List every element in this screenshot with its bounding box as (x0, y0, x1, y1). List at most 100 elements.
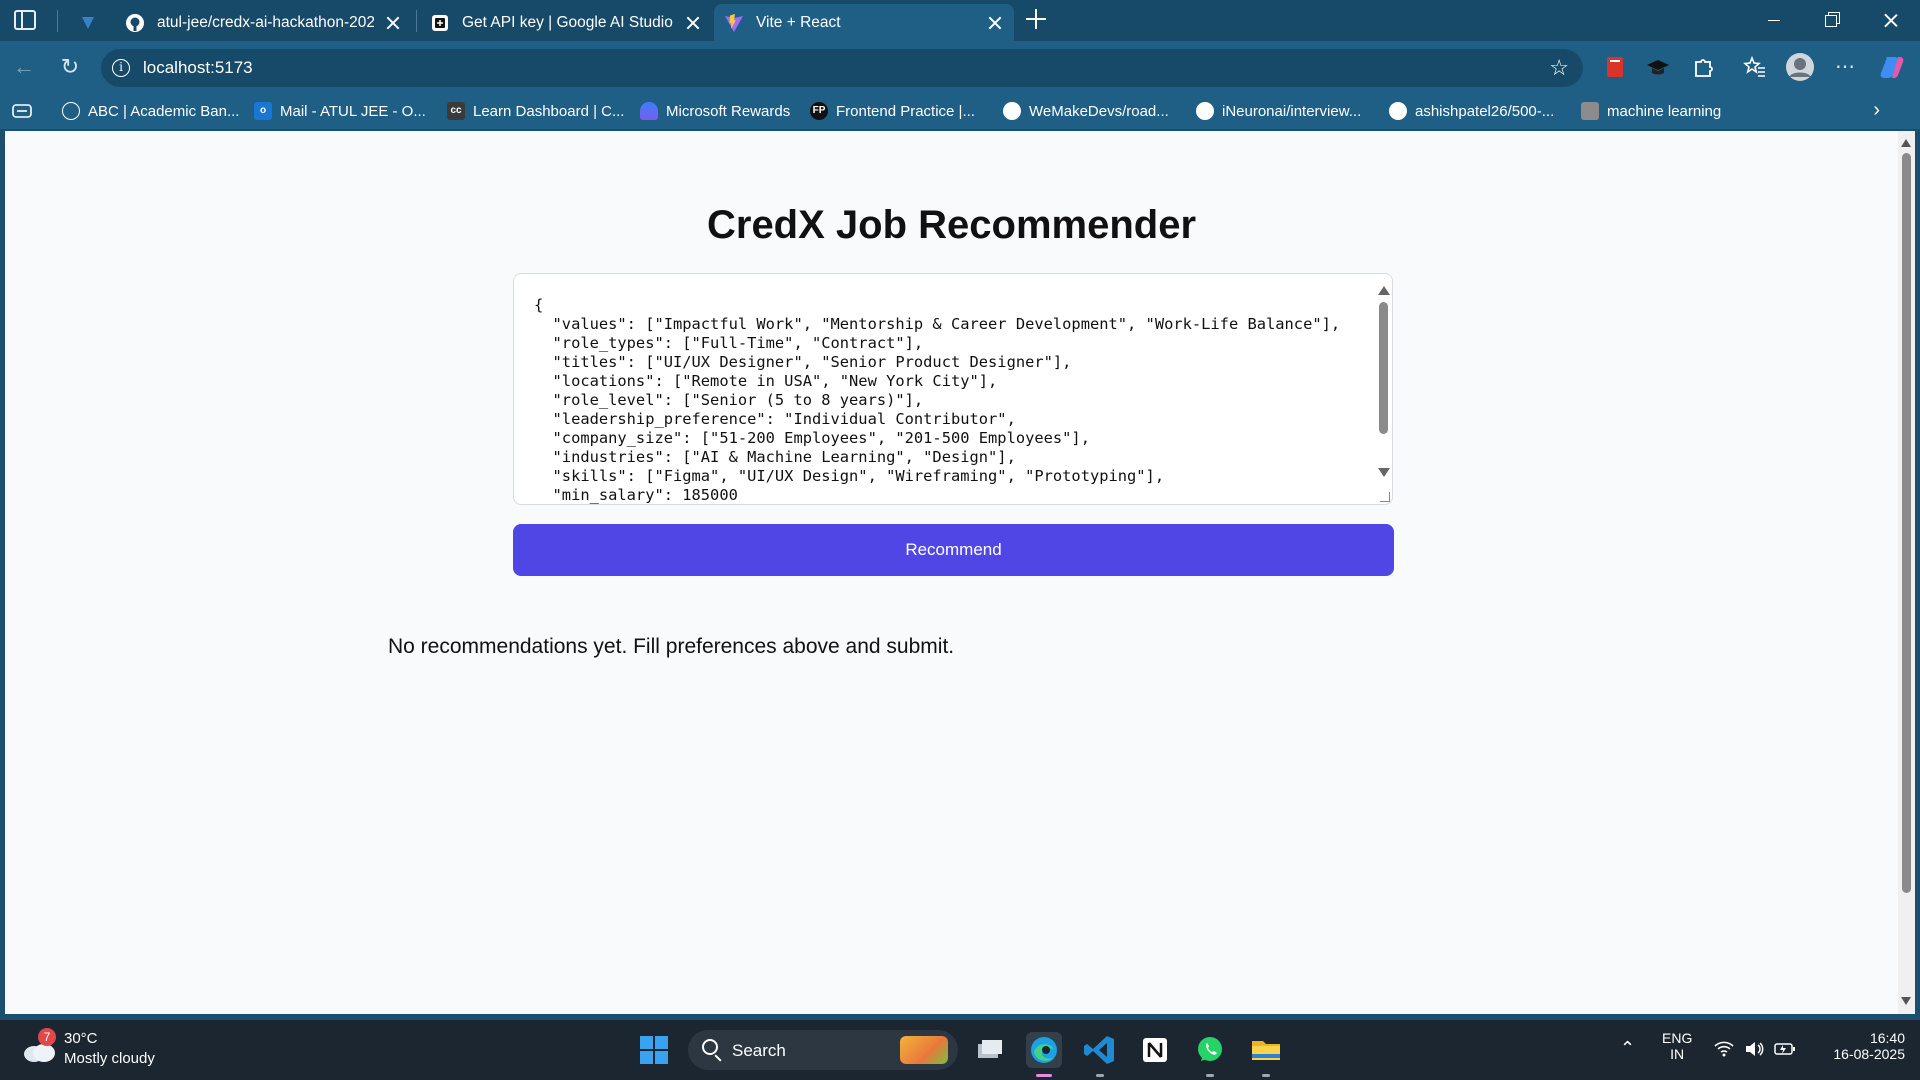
clock-date: 16-08-2025 (1833, 1046, 1905, 1062)
close-tab-icon[interactable] (686, 16, 700, 30)
bookmark-machine-learning[interactable]: machine learning (1581, 99, 1721, 123)
preferences-json-text[interactable]: { "values": ["Impactful Work", "Mentorsh… (534, 296, 1340, 505)
bookmark-label: ABC | Academic Ban... (88, 102, 240, 120)
address-bar[interactable]: i localhost:5173 ☆ (101, 49, 1583, 87)
page-title: CredX Job Recommender (706, 203, 1197, 247)
outlook-icon: o (254, 102, 272, 120)
bookmark-label: Mail - ATUL JEE - O... (280, 102, 426, 120)
weather-description[interactable]: Mostly cloudy (64, 1050, 155, 1067)
bookmark-label: Microsoft Rewards (666, 102, 791, 120)
textarea-scroll-thumb[interactable] (1379, 302, 1388, 434)
show-hidden-icons-chevron-up-icon[interactable]: ⌃ (1620, 1038, 1635, 1059)
bookmark-mail[interactable]: o Mail - ATUL JEE - O... (254, 99, 426, 123)
page-scroll-thumb[interactable] (1902, 153, 1911, 893)
whatsapp-icon[interactable] (1192, 1032, 1228, 1068)
region-code: IN (1670, 1046, 1685, 1062)
copilot-icon[interactable] (1879, 54, 1905, 80)
bookmark-frontend-practice[interactable]: FP Frontend Practice |... (810, 99, 975, 123)
wifi-icon[interactable] (1714, 1040, 1734, 1058)
windows-start-icon[interactable] (640, 1036, 668, 1064)
weather-temperature[interactable]: 30°C (64, 1030, 98, 1047)
bookmark-learn-dashboard[interactable]: cc Learn Dashboard | C... (447, 99, 624, 123)
tab-github-credx[interactable]: atul-jee/credx-ai-hackathon-2025 (115, 4, 412, 41)
bookmark-ashishpatel[interactable]: ashishpatel26/500-... (1389, 99, 1554, 123)
restore-window-icon[interactable] (1803, 0, 1861, 41)
taskbar-edge-button[interactable] (1026, 1032, 1062, 1068)
tab-vite-react[interactable]: Vite + React (714, 4, 1014, 41)
back-arrow-icon[interactable]: ← (12, 55, 36, 79)
extensions-puzzle-icon[interactable] (1690, 54, 1716, 80)
browser-toolbar: ← ↻ i localhost:5173 ☆ ⋯ (0, 41, 1920, 93)
preferences-textarea[interactable]: { "values": ["Impactful Work", "Mentorsh… (513, 273, 1393, 505)
bookmark-label: ashishpatel26/500-... (1415, 102, 1555, 120)
github-icon (1196, 102, 1214, 120)
bookmark-label: iNeuronai/interview... (1222, 102, 1362, 120)
chevron-right-icon[interactable]: › (1873, 99, 1880, 122)
new-tab-icon[interactable] (1025, 8, 1047, 30)
windows-taskbar: 7 30°C Mostly cloudy Search ⌃ ENG IN 16:… (0, 1020, 1920, 1080)
graduation-cap-extension-icon[interactable] (1645, 54, 1671, 80)
pdf-reader-extension-icon[interactable] (1602, 54, 1628, 80)
bookmark-microsoft-rewards[interactable]: Microsoft Rewards (640, 99, 790, 123)
bookmark-wemakedevs[interactable]: WeMakeDevs/road... (1003, 99, 1169, 123)
weather-alert-badge: 7 (38, 1028, 56, 1046)
recommend-button[interactable]: Recommend (513, 524, 1394, 576)
tab-pinned[interactable] (70, 4, 110, 41)
tab-label: Get API key | Google AI Studio (462, 13, 673, 31)
search-label: Search (732, 1041, 786, 1060)
rewards-medal-icon (640, 102, 658, 120)
volume-icon[interactable] (1744, 1040, 1764, 1058)
scroll-down-arrow-icon[interactable] (1901, 997, 1911, 1005)
sidebar-toggle-icon[interactable] (14, 10, 36, 30)
bookmark-ineuronai[interactable]: iNeuronai/interview... (1196, 99, 1361, 123)
close-window-icon[interactable] (1862, 0, 1920, 41)
taskbar-search[interactable]: Search (688, 1030, 958, 1070)
github-icon (1003, 102, 1021, 120)
edge-icon (1031, 1037, 1057, 1063)
bookmarks-bar: ABC | Academic Ban... o Mail - ATUL JEE … (0, 93, 1920, 129)
close-tab-icon[interactable] (386, 16, 400, 30)
page-scrollbar[interactable] (1898, 131, 1915, 1014)
vscode-icon[interactable] (1082, 1032, 1118, 1068)
tab-separator (57, 10, 58, 32)
refresh-icon[interactable]: ↻ (58, 55, 82, 79)
close-tab-icon[interactable] (988, 16, 1002, 30)
folder-image-icon (1581, 102, 1599, 120)
reading-view-icon[interactable] (12, 102, 32, 120)
tab-label: Vite + React (756, 13, 841, 31)
task-view-icon[interactable] (972, 1032, 1008, 1068)
active-app-indicator (1036, 1074, 1052, 1077)
favorites-icon[interactable] (1742, 54, 1768, 80)
fp-icon: FP (810, 102, 828, 120)
empty-state-message: No recommendations yet. Fill preferences… (388, 635, 955, 658)
github-icon (126, 13, 144, 32)
bookmark-label: WeMakeDevs/road... (1029, 102, 1169, 120)
textarea-scrollbar[interactable] (1376, 278, 1390, 500)
site-info-icon[interactable]: i (112, 59, 130, 77)
battery-icon[interactable] (1774, 1041, 1796, 1057)
cc-icon: cc (447, 102, 465, 120)
system-clock[interactable]: 16:40 16-08-2025 (1815, 1030, 1905, 1062)
scroll-down-arrow-icon[interactable] (1378, 468, 1390, 477)
globe-icon (62, 102, 80, 120)
bookmark-abc[interactable]: ABC | Academic Ban... (62, 99, 239, 123)
search-highlight-image (900, 1036, 948, 1064)
search-icon (702, 1039, 718, 1055)
pinned-tab-icon (82, 16, 94, 29)
notion-icon[interactable] (1137, 1032, 1173, 1068)
file-explorer-icon[interactable] (1248, 1032, 1284, 1068)
profile-avatar-icon[interactable] (1785, 52, 1815, 82)
scroll-up-arrow-icon[interactable] (1378, 286, 1390, 295)
input-language[interactable]: ENG IN (1662, 1030, 1692, 1062)
minimize-window-icon[interactable] (1745, 0, 1803, 41)
tab-google-ai-studio[interactable]: Get API key | Google AI Studio (420, 4, 712, 41)
resize-handle-icon[interactable] (1380, 492, 1390, 502)
favorite-star-icon[interactable]: ☆ (1549, 55, 1569, 81)
more-options-icon[interactable]: ⋯ (1833, 55, 1857, 79)
running-app-indicator (1096, 1074, 1104, 1077)
running-app-indicator (1206, 1074, 1214, 1077)
address-url[interactable]: localhost:5173 (143, 58, 253, 78)
bookmark-label: Learn Dashboard | C... (473, 102, 625, 120)
scroll-up-arrow-icon[interactable] (1901, 139, 1911, 147)
language-code: ENG (1662, 1030, 1693, 1046)
